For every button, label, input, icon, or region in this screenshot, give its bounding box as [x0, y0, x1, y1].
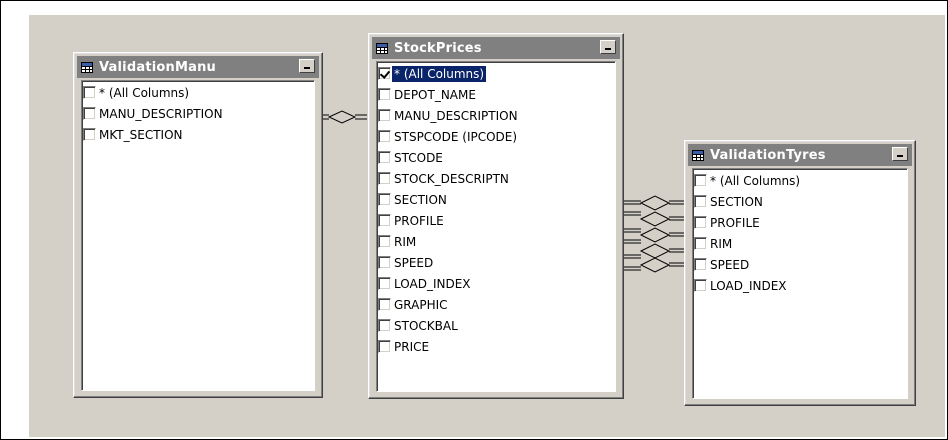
table-grid-icon	[81, 61, 93, 73]
join-diamond-icon	[639, 227, 671, 243]
column-checkbox[interactable]	[378, 340, 391, 353]
column-checkbox[interactable]	[378, 235, 391, 248]
column-item[interactable]: SECTION	[693, 191, 907, 212]
column-checkbox[interactable]	[694, 279, 707, 292]
column-item[interactable]: STSPCODE (IPCODE)	[377, 126, 615, 147]
column-item[interactable]: SPEED	[377, 252, 615, 273]
table-window-validation-manu[interactable]: ValidationManu * (All Columns) MANU_DESC…	[73, 52, 323, 398]
column-label: STCODE	[394, 150, 443, 165]
column-checkbox[interactable]	[83, 86, 96, 99]
column-item[interactable]: * (All Columns)	[693, 170, 907, 191]
column-list[interactable]: * (All Columns) SECTION PROFILE RIM SPEE…	[692, 168, 908, 399]
join-diamond-icon	[327, 110, 357, 124]
column-item[interactable]: DEPOT_NAME	[377, 84, 615, 105]
table-titlebar[interactable]: ValidationTyres	[688, 144, 912, 166]
column-item[interactable]: * (All Columns)	[377, 63, 615, 84]
column-item[interactable]: SPEED	[693, 254, 907, 275]
column-label: SECTION	[394, 192, 447, 207]
column-label: STOCKBAL	[394, 318, 458, 333]
column-label: RIM	[710, 236, 733, 251]
column-item[interactable]: LOAD_INDEX	[693, 275, 907, 296]
column-label: * (All Columns)	[392, 65, 487, 82]
column-item[interactable]: PROFILE	[377, 210, 615, 231]
column-checkbox[interactable]	[83, 107, 96, 120]
column-checkbox[interactable]	[694, 258, 707, 271]
join-manu-stockprices	[319, 110, 367, 124]
table-grid-icon	[692, 149, 704, 161]
column-list[interactable]: * (All Columns) DEPOT_NAME MANU_DESCRIPT…	[376, 61, 616, 392]
minimize-button[interactable]	[299, 59, 315, 73]
column-checkbox[interactable]	[378, 172, 391, 185]
column-checkbox[interactable]	[694, 216, 707, 229]
column-checkbox[interactable]	[378, 67, 391, 80]
column-label: DEPOT_NAME	[394, 87, 476, 102]
column-item[interactable]: STCODE	[377, 147, 615, 168]
table-window-stock-prices[interactable]: StockPrices * (All Columns) DEPOT_NAME M…	[368, 33, 624, 399]
column-checkbox[interactable]	[378, 214, 391, 227]
column-checkbox[interactable]	[378, 130, 391, 143]
table-titlebar[interactable]: ValidationManu	[77, 56, 319, 78]
column-item[interactable]: LOAD_INDEX	[377, 273, 615, 294]
column-item[interactable]: MANU_DESCRIPTION	[377, 105, 615, 126]
column-item[interactable]: GRAPHIC	[377, 294, 615, 315]
column-list[interactable]: * (All Columns) MANU_DESCRIPTION MKT_SEC…	[81, 80, 315, 391]
column-item[interactable]: MKT_SECTION	[82, 124, 314, 145]
column-label: STSPCODE (IPCODE)	[394, 129, 518, 144]
column-item[interactable]: PRICE	[377, 336, 615, 357]
table-window-validation-tyres[interactable]: ValidationTyres * (All Columns) SECTION …	[684, 140, 916, 406]
join-stockprices-tyres	[623, 195, 687, 273]
column-item[interactable]: RIM	[377, 231, 615, 252]
column-checkbox[interactable]	[378, 277, 391, 290]
minimize-button[interactable]	[600, 40, 616, 54]
column-label: LOAD_INDEX	[394, 276, 471, 291]
column-checkbox[interactable]	[694, 195, 707, 208]
column-label: SPEED	[710, 257, 750, 272]
column-label: LOAD_INDEX	[710, 278, 787, 293]
column-label: * (All Columns)	[99, 85, 190, 100]
column-item[interactable]: MANU_DESCRIPTION	[82, 103, 314, 124]
join-diamond-icon	[639, 195, 671, 211]
column-label: MKT_SECTION	[99, 127, 183, 142]
column-label: GRAPHIC	[394, 297, 448, 312]
query-designer-canvas: ValidationManu * (All Columns) MANU_DESC…	[0, 0, 948, 440]
column-label: SPEED	[394, 255, 434, 270]
column-checkbox[interactable]	[694, 174, 707, 187]
column-label: * (All Columns)	[710, 173, 801, 188]
column-label: PROFILE	[710, 215, 760, 230]
column-checkbox[interactable]	[378, 88, 391, 101]
diagram-pane[interactable]: ValidationManu * (All Columns) MANU_DESC…	[29, 15, 945, 437]
table-title: ValidationManu	[99, 59, 216, 75]
column-checkbox[interactable]	[694, 237, 707, 250]
column-checkbox[interactable]	[378, 109, 391, 122]
column-item[interactable]: PROFILE	[693, 212, 907, 233]
table-titlebar[interactable]: StockPrices	[372, 37, 620, 59]
column-label: SECTION	[710, 194, 763, 209]
join-diamond-icon	[639, 211, 671, 227]
column-item[interactable]: * (All Columns)	[82, 82, 314, 103]
column-checkbox[interactable]	[378, 256, 391, 269]
join-diamond-icon	[639, 257, 671, 273]
column-label: MANU_DESCRIPTION	[394, 108, 518, 123]
table-title: StockPrices	[394, 40, 482, 56]
column-label: STOCK_DESCRIPTN	[394, 171, 509, 186]
minimize-button[interactable]	[892, 147, 908, 161]
column-label: RIM	[394, 234, 417, 249]
column-label: MANU_DESCRIPTION	[99, 106, 223, 121]
column-item[interactable]: RIM	[693, 233, 907, 254]
column-checkbox[interactable]	[378, 193, 391, 206]
column-checkbox[interactable]	[378, 298, 391, 311]
column-item[interactable]: SECTION	[377, 189, 615, 210]
column-checkbox[interactable]	[83, 128, 96, 141]
column-label: PRICE	[394, 339, 430, 354]
column-item[interactable]: STOCKBAL	[377, 315, 615, 336]
column-checkbox[interactable]	[378, 319, 391, 332]
column-label: PROFILE	[394, 213, 444, 228]
table-title: ValidationTyres	[710, 147, 826, 163]
column-checkbox[interactable]	[378, 151, 391, 164]
table-grid-icon	[376, 42, 388, 54]
column-item[interactable]: STOCK_DESCRIPTN	[377, 168, 615, 189]
join-diamond-icon	[639, 243, 671, 259]
